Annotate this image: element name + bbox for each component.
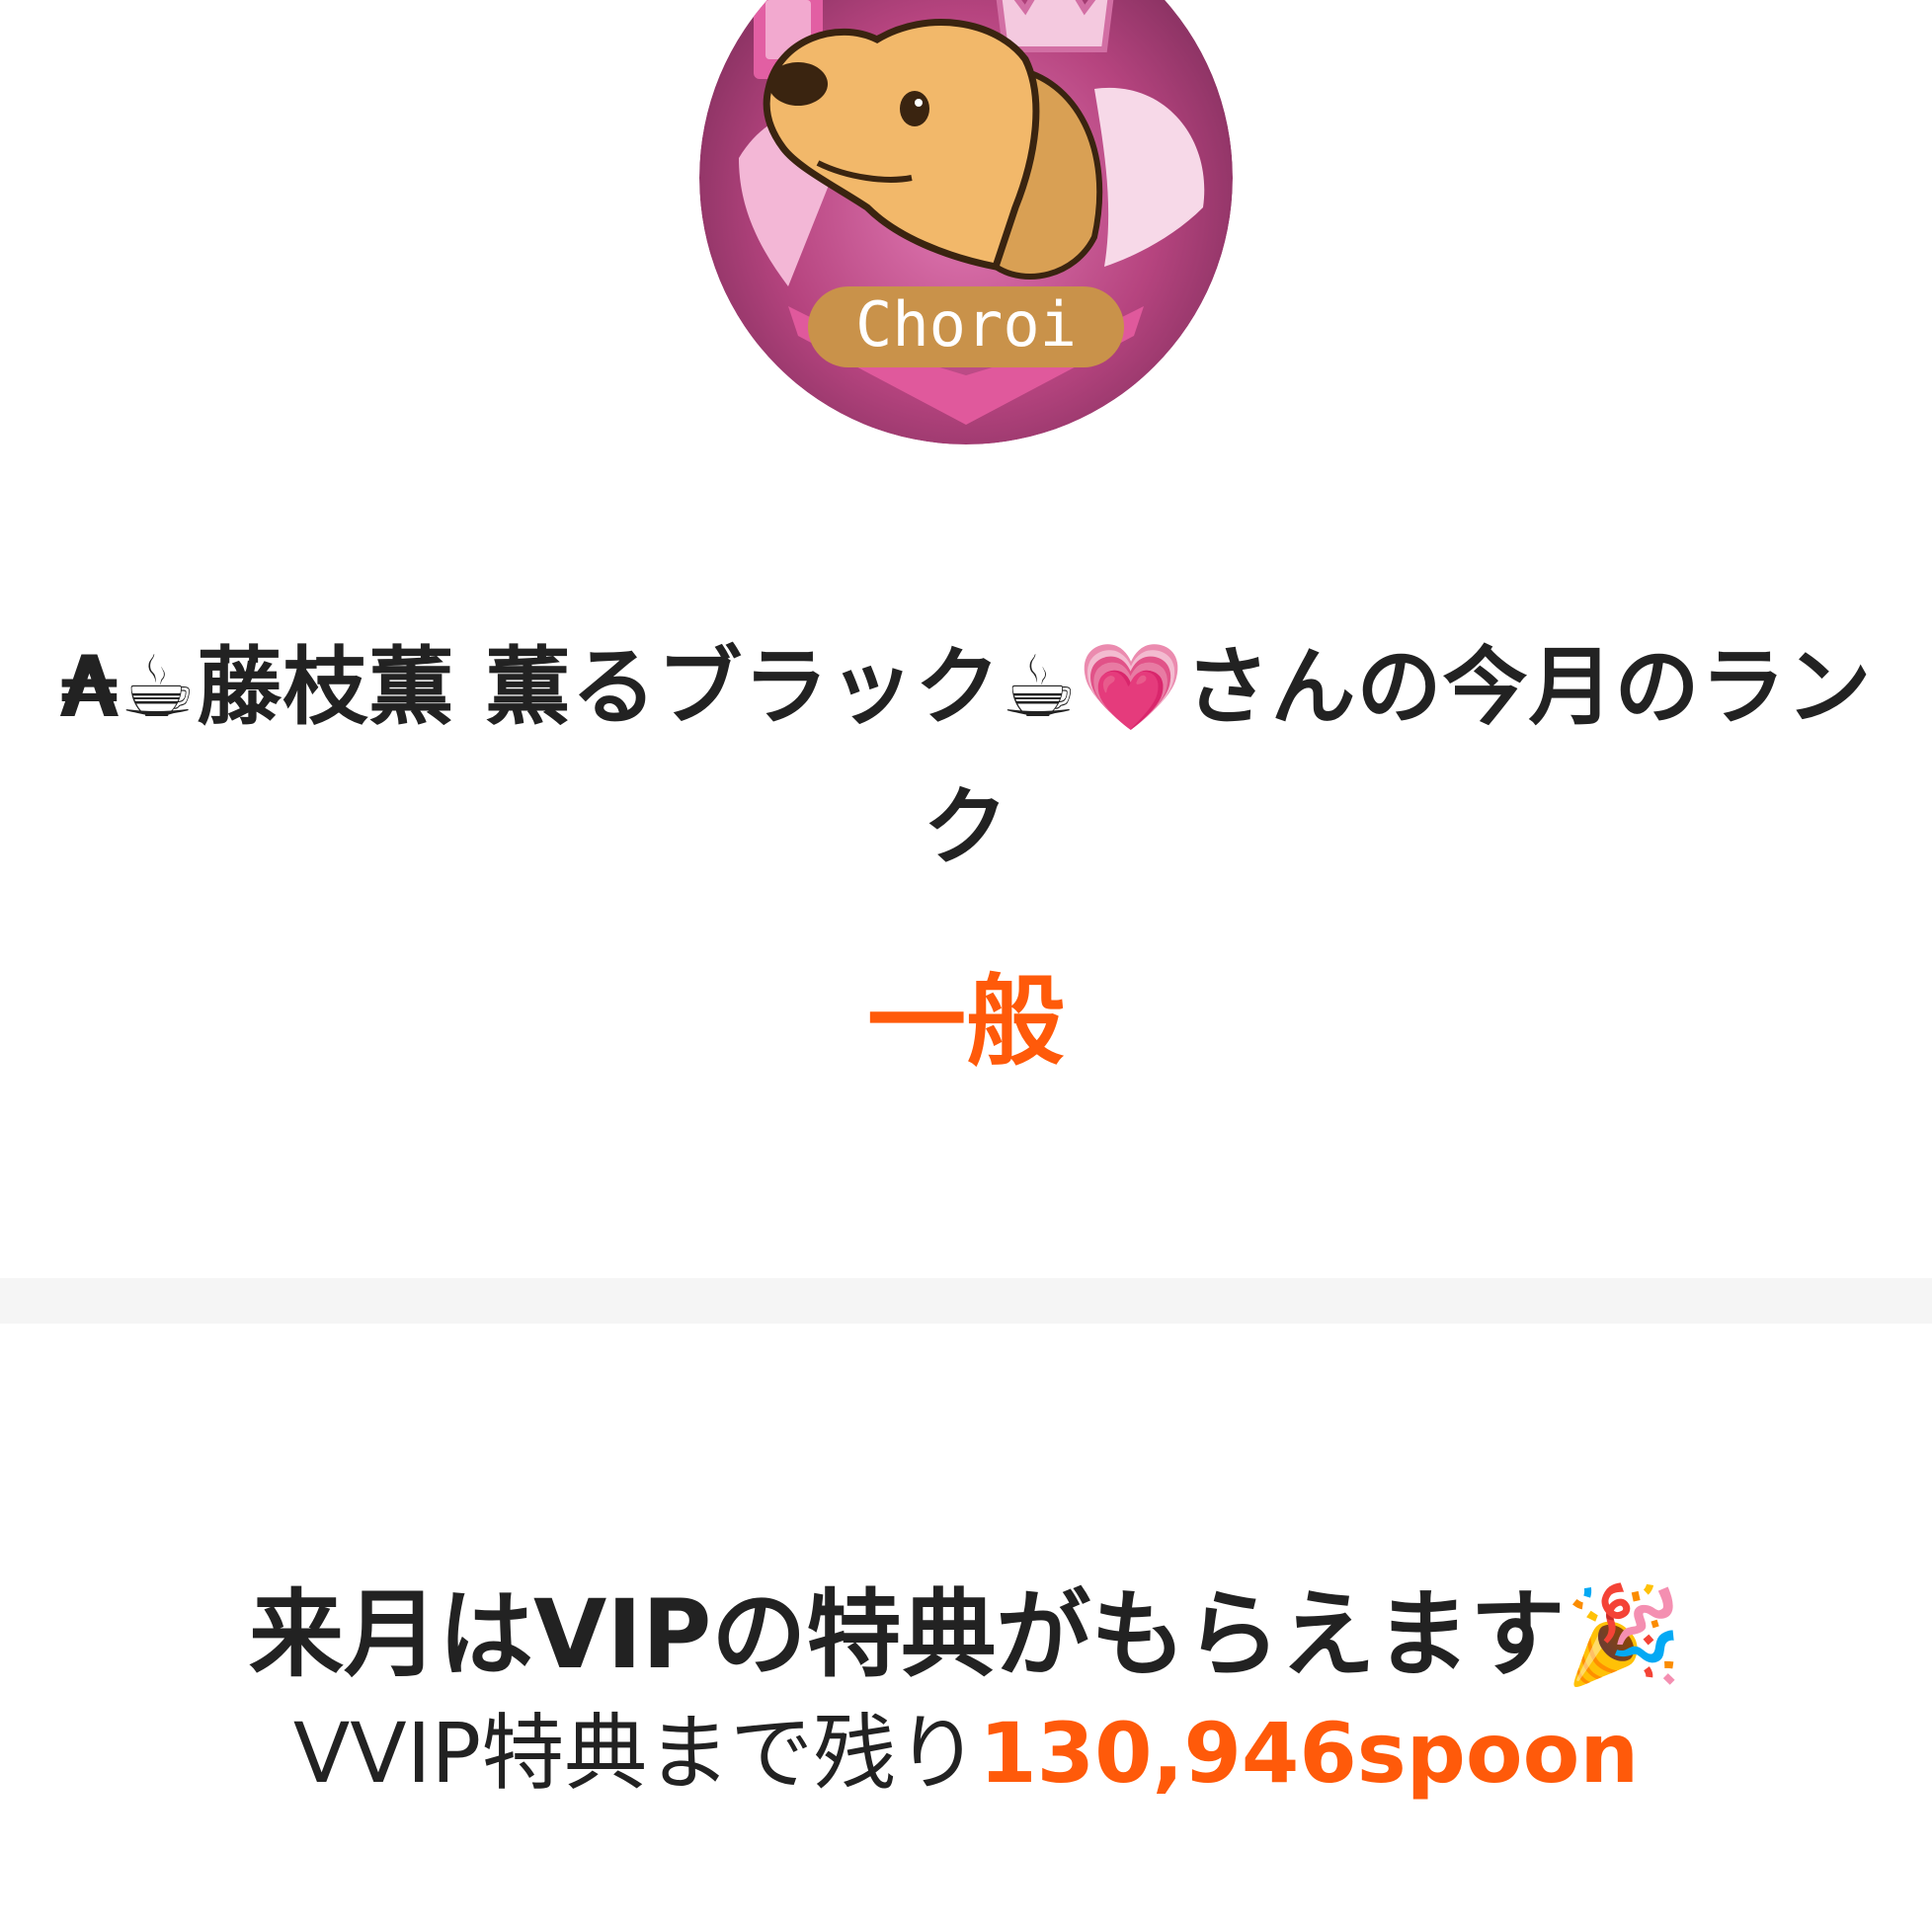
- vvip-remaining: VVIP特典まで残り130,946spoon: [0, 1699, 1932, 1808]
- rank-title: ₳☕藤枝薫 薫るブラック☕💗さんの今月のランク: [40, 617, 1892, 898]
- vvip-remaining-amount: 130,946spoon: [979, 1705, 1640, 1802]
- section-divider: [0, 1278, 1932, 1324]
- rank-title-text: ₳☕藤枝薫 薫るブラック☕💗さんの今月のランク: [59, 638, 1873, 877]
- dog-with-crown-avatar-icon: Choroi: [699, 0, 1233, 444]
- next-month-benefit-text: 来月はVIPの特典がもらえます🎉: [249, 1579, 1683, 1690]
- vvip-remaining-label: VVIP特典まで残り: [292, 1705, 980, 1802]
- avatar-badge-text: Choroi: [855, 288, 1077, 361]
- rank-value: 一般: [867, 964, 1065, 1080]
- profile-avatar[interactable]: Choroi: [699, 0, 1233, 444]
